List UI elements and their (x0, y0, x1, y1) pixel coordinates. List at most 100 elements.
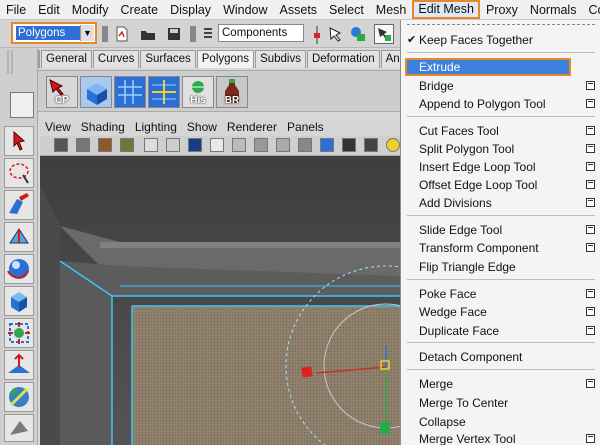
menu-assets[interactable]: Assets (274, 0, 324, 20)
panel-menu-show[interactable]: Show (182, 118, 222, 136)
rotate-tool-icon[interactable] (4, 254, 34, 284)
smooth-shade-icon[interactable] (320, 138, 334, 152)
select-tool-icon[interactable] (4, 126, 34, 156)
shelf-button-history[interactable]: His (182, 76, 214, 108)
shelf-tab-general[interactable]: General (41, 50, 92, 68)
shapes-select-icon[interactable] (350, 26, 366, 42)
option-box-icon[interactable] (586, 144, 595, 153)
scale-tool-icon[interactable] (4, 286, 34, 316)
panel-menu-shading[interactable]: Shading (76, 118, 130, 136)
menu-edit-mesh[interactable]: Edit Mesh (412, 0, 480, 19)
menu-item-merge[interactable]: Merge (407, 375, 595, 393)
safe-title-icon[interactable] (276, 138, 290, 152)
menu-item-detach-component[interactable]: Detach Component (407, 348, 595, 366)
menu-edit[interactable]: Edit (32, 0, 66, 20)
panel-menu-renderer[interactable]: Renderer (222, 118, 282, 136)
menu-item-insert-edge-loop-tool[interactable]: Insert Edge Loop Tool (407, 158, 595, 176)
menu-item-poke-face[interactable]: Poke Face (407, 285, 595, 303)
menu-create[interactable]: Create (115, 0, 165, 20)
camera-attributes-icon[interactable] (76, 138, 90, 152)
safe-action-icon[interactable] (254, 138, 268, 152)
shelf-button-br[interactable]: BR (216, 76, 248, 108)
menu-window[interactable]: Window (217, 0, 273, 20)
selection-mask-icon[interactable] (202, 26, 214, 42)
menu-item-flip-triangle-edge[interactable]: Flip Triangle Edge (407, 258, 595, 276)
menu-item-collapse[interactable]: Collapse (407, 413, 595, 431)
shelf-tab-surfaces[interactable]: Surfaces (140, 50, 196, 68)
menu-file[interactable]: File (0, 0, 32, 20)
menu-item-split-polygon-tool[interactable]: Split Polygon Tool (407, 140, 595, 158)
pick-by-object-icon[interactable] (328, 26, 344, 42)
shelf-button-plane[interactable] (114, 76, 146, 108)
option-box-icon[interactable] (586, 225, 595, 234)
option-box-icon[interactable] (586, 81, 595, 90)
image-plane-icon[interactable] (120, 138, 134, 152)
menu-item-merge-to-center[interactable]: Merge To Center (407, 394, 595, 412)
shelf-button-cp[interactable]: CP (46, 76, 78, 108)
menu-item-transform-component[interactable]: Transform Component (407, 239, 595, 257)
lasso-tool-icon[interactable] (4, 158, 34, 188)
menu-set-selector[interactable]: Polygons ▼ (11, 22, 97, 44)
menu-proxy[interactable]: Proxy (480, 0, 524, 20)
tear-off-line[interactable] (407, 24, 595, 28)
film-gate-icon[interactable] (166, 138, 180, 152)
menu-item-wedge-face[interactable]: Wedge Face (407, 303, 595, 321)
menu-item-bridge[interactable]: Bridge (407, 77, 595, 95)
menu-color[interactable]: Color (582, 0, 600, 20)
panel-menu-panels[interactable]: Panels (282, 118, 329, 136)
grid-icon[interactable] (144, 138, 158, 152)
flat-shade-icon[interactable] (342, 138, 356, 152)
menu-item-keep-faces-together[interactable]: ✔ Keep Faces Together (407, 31, 595, 49)
option-box-icon[interactable] (586, 434, 595, 443)
menu-select[interactable]: Select (323, 0, 370, 20)
option-box-icon[interactable] (586, 243, 595, 252)
shelf-button-cube[interactable] (80, 76, 112, 108)
menu-item-append-to-polygon-tool[interactable]: Append to Polygon Tool (407, 95, 595, 113)
menu-modify[interactable]: Modify (66, 0, 115, 20)
option-box-icon[interactable] (586, 326, 595, 335)
shelf-tab-subdivs[interactable]: Subdivs (255, 50, 306, 68)
save-scene-icon[interactable] (166, 26, 182, 42)
menu-mesh[interactable]: Mesh (370, 0, 413, 20)
menu-item-merge-vertex-tool[interactable]: Merge Vertex Tool (407, 430, 595, 445)
universal-manipulator-icon[interactable] (4, 318, 34, 348)
show-manipulator-tool-icon[interactable] (4, 382, 34, 412)
panel-menu-lighting[interactable]: Lighting (130, 118, 182, 136)
new-scene-icon[interactable] (114, 26, 130, 42)
component-mode-selector[interactable]: Components (218, 24, 304, 42)
snap-toggle-icon[interactable] (312, 26, 322, 44)
menu-item-extrude[interactable]: Extrude (405, 58, 571, 76)
last-tool-icon[interactable] (4, 414, 34, 442)
option-box-icon[interactable] (586, 289, 595, 298)
field-chart-icon[interactable] (232, 138, 246, 152)
chevron-down-icon[interactable]: ▼ (80, 25, 94, 41)
menu-item-duplicate-face[interactable]: Duplicate Face (407, 322, 595, 340)
option-box-icon[interactable] (586, 307, 595, 316)
menu-display[interactable]: Display (164, 0, 217, 20)
option-box-icon[interactable] (586, 198, 595, 207)
option-box-icon[interactable] (586, 180, 595, 189)
gate-mask-icon[interactable] (210, 138, 224, 152)
option-box-icon[interactable] (586, 379, 595, 388)
paint-select-tool-icon[interactable] (4, 190, 34, 220)
camera-select-icon[interactable] (54, 138, 68, 152)
soft-modification-tool-icon[interactable] (4, 350, 34, 380)
move-tool-icon[interactable] (4, 222, 34, 252)
shelf-tab-polygons[interactable]: Polygons (196, 50, 255, 68)
option-box-icon[interactable] (586, 162, 595, 171)
layout-toggle-icon[interactable] (10, 92, 34, 118)
shelf-tab-curves[interactable]: Curves (92, 50, 140, 68)
menu-item-add-divisions[interactable]: Add Divisions (407, 194, 595, 212)
resolution-gate-icon[interactable] (188, 138, 202, 152)
bookmark-icon[interactable] (98, 138, 112, 152)
panel-menu-view[interactable]: View (40, 118, 76, 136)
option-box-icon[interactable] (586, 99, 595, 108)
open-scene-icon[interactable] (140, 26, 156, 42)
shelf-button-split[interactable] (148, 76, 180, 108)
poly-select-icon[interactable] (374, 24, 394, 44)
option-box-icon[interactable] (586, 126, 595, 135)
textured-icon[interactable] (364, 138, 378, 152)
menu-item-cut-faces-tool[interactable]: Cut Faces Tool (407, 122, 595, 140)
menu-item-offset-edge-loop-tool[interactable]: Offset Edge Loop Tool (407, 176, 595, 194)
menu-item-slide-edge-tool[interactable]: Slide Edge Tool (407, 221, 595, 239)
